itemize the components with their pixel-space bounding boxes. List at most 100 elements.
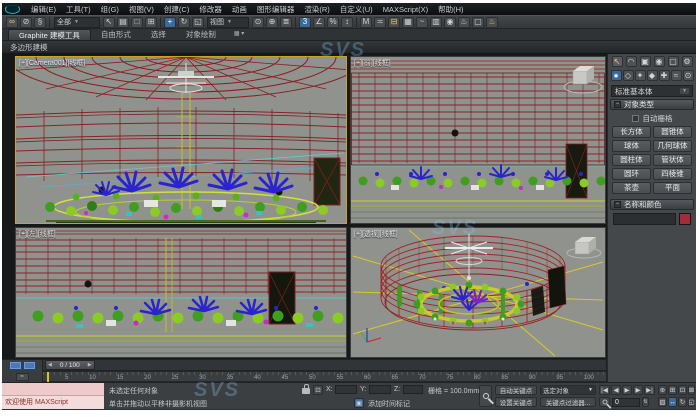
auto-key-button[interactable]: 自动关键点 — [495, 385, 537, 395]
hierarchy-tab-icon[interactable]: ▣ — [640, 56, 651, 67]
autogrid-checkbox[interactable] — [632, 115, 639, 122]
key-filter-mode-dropdown[interactable]: 选定对象 ▼ — [540, 385, 596, 395]
menu-item[interactable]: 修改器 — [194, 4, 227, 15]
time-slider[interactable]: ◀ 0 / 100 ▶ — [42, 359, 607, 371]
viewport-perspective-label[interactable]: [+][透视][线框] — [354, 229, 398, 239]
snap-toggle-3d-icon[interactable]: 3 — [299, 17, 311, 28]
object-color-swatch[interactable] — [679, 213, 691, 225]
spinner-snap-icon[interactable]: ↕ — [341, 17, 353, 28]
go-to-start-button[interactable]: |◀ — [599, 385, 610, 395]
viewport-front[interactable]: [+][前][线框] — [350, 56, 606, 224]
menu-item[interactable]: 图形编辑器 — [252, 4, 300, 15]
graphite-ribbon-toggle-icon[interactable]: ▦ — [402, 17, 414, 28]
object-type-button[interactable]: 几何球体 — [653, 140, 692, 152]
tab-freeform[interactable]: 自由形式 — [91, 29, 141, 40]
menu-item[interactable]: 自定义(U) — [335, 4, 378, 15]
geometry-category-icon[interactable]: ● — [611, 70, 622, 81]
render-production-icon[interactable]: ♨ — [486, 17, 498, 28]
viewport-camera-label[interactable]: [+][Camera001][线框] — [19, 58, 85, 68]
selection-filter-dropdown[interactable]: 全部 ▼ — [54, 17, 100, 28]
z-coordinate-field[interactable] — [403, 385, 423, 394]
select-and-move-icon[interactable]: + — [164, 17, 176, 28]
object-type-button[interactable]: 圆锥体 — [653, 126, 692, 138]
maxscript-macro-recorder[interactable] — [2, 383, 104, 396]
play-button[interactable]: ▶ — [622, 385, 632, 395]
key-mode-toggle-icon[interactable] — [599, 397, 610, 407]
absolute-offset-toggle-icon[interactable]: ⊡ — [313, 385, 323, 395]
angle-snap-icon[interactable]: ∠ — [313, 17, 325, 28]
geometry-category-dropdown[interactable]: 标准基本体 ▼ — [611, 85, 693, 97]
lights-category-icon[interactable]: ✦ — [635, 70, 646, 81]
trackbar-frame-cursor[interactable] — [47, 372, 49, 382]
unlink-selection-icon[interactable]: ⊘ — [20, 17, 32, 28]
viewport-left-label[interactable]: [+][左][线框] — [19, 229, 56, 239]
object-type-button[interactable]: 圆柱体 — [612, 154, 651, 166]
object-type-button[interactable]: 圆环 — [612, 168, 651, 180]
select-object-icon[interactable]: ↖ — [103, 17, 115, 28]
tab-graphite-modeling[interactable]: Graphite 建模工具 — [8, 29, 91, 40]
menu-item[interactable]: 视图(V) — [124, 4, 159, 15]
set-key-button[interactable]: 设置关键点 — [495, 397, 537, 407]
ribbon-minimize-icon[interactable]: ▦ ▾ — [234, 29, 244, 40]
object-name-input[interactable] — [613, 213, 676, 225]
time-slider-handle[interactable]: ◀ 0 / 100 ▶ — [45, 360, 95, 370]
zoom-icon[interactable]: ⊕ — [658, 385, 667, 395]
helpers-category-icon[interactable]: ✚ — [659, 70, 670, 81]
key-filters-button[interactable]: 关键点过滤器... — [540, 397, 596, 407]
add-time-tag[interactable]: 添加时间标记 — [368, 399, 410, 409]
prev-frame-arrow-icon[interactable]: ◀ — [46, 362, 54, 368]
menu-item[interactable]: 创建(C) — [159, 4, 194, 15]
cameras-category-icon[interactable]: ◆ — [647, 70, 658, 81]
select-by-name-icon[interactable]: ▤ — [117, 17, 129, 28]
application-logo-button[interactable] — [5, 5, 20, 14]
object-type-button[interactable]: 管状体 — [653, 154, 692, 166]
create-tab-icon[interactable]: ↖ — [612, 56, 623, 67]
menu-item[interactable]: 渲染(R) — [299, 4, 334, 15]
align-icon[interactable]: ≍ — [374, 17, 386, 28]
object-type-button[interactable]: 平面 — [653, 182, 692, 194]
set-keys-button[interactable] — [479, 385, 492, 407]
tab-object-paint[interactable]: 对象绘制 — [176, 29, 226, 40]
polygon-modeling-panel[interactable]: 多边形建模 — [2, 41, 696, 54]
select-and-manipulate-icon[interactable]: ⊕ — [266, 17, 278, 28]
render-setup-icon[interactable]: ♨ — [458, 17, 470, 28]
zoom-region-icon[interactable]: ▧ — [658, 397, 667, 407]
menu-item[interactable]: 动画 — [227, 4, 252, 15]
menu-item[interactable]: 工具(T) — [61, 4, 96, 15]
utilities-tab-icon[interactable]: ⚙ — [682, 56, 693, 67]
pan-icon[interactable]: ↔ — [668, 397, 677, 407]
percent-snap-icon[interactable]: % — [327, 17, 339, 28]
keyboard-override-icon[interactable]: ≣ — [280, 17, 292, 28]
viewport-left[interactable]: [+][左][线框] — [15, 227, 347, 358]
lock-selection-icon[interactable] — [302, 388, 310, 394]
select-and-link-icon[interactable]: ∞ — [6, 17, 18, 28]
menu-item[interactable]: MAXScript(X) — [378, 4, 433, 15]
display-tab-icon[interactable]: ▢ — [668, 56, 679, 67]
object-type-rollout[interactable]: − 对象类型 — [610, 99, 694, 110]
name-color-rollout[interactable]: − 名称和颜色 — [610, 199, 694, 210]
menu-item[interactable]: 编辑(E) — [26, 4, 61, 15]
object-type-button[interactable]: 球体 — [612, 140, 651, 152]
mini-curve-editor-icon[interactable]: ≈ — [16, 373, 29, 381]
maximize-viewport-icon[interactable]: ◱ — [688, 397, 695, 407]
schematic-view-icon[interactable]: ▥ — [430, 17, 442, 28]
shapes-category-icon[interactable]: ◇ — [623, 70, 634, 81]
orbit-icon[interactable]: ↻ — [678, 397, 687, 407]
object-type-button[interactable]: 长方体 — [612, 126, 651, 138]
motion-tab-icon[interactable]: ◉ — [654, 56, 665, 67]
viewport-layout-tab-icon[interactable] — [23, 361, 36, 370]
previous-frame-button[interactable]: ◀ — [611, 385, 621, 395]
viewport-camera[interactable]: [+][Camera001][线框] — [15, 56, 347, 224]
current-frame-field[interactable]: 0 — [612, 398, 640, 407]
layer-manager-icon[interactable]: ⊟ — [388, 17, 400, 28]
rendered-frame-window-icon[interactable]: ▢ — [472, 17, 484, 28]
object-type-button[interactable]: 四棱锥 — [653, 168, 692, 180]
use-center-icon[interactable]: ⊙ — [252, 17, 264, 28]
object-type-button[interactable]: 茶壶 — [612, 182, 651, 194]
zoom-extents-icon[interactable]: ⊡ — [678, 385, 687, 395]
frame-spinner[interactable]: ⇅ — [642, 397, 649, 407]
zoom-all-icon[interactable]: ⊞ — [668, 385, 677, 395]
menu-item[interactable]: 帮助(H) — [433, 4, 468, 15]
zoom-extents-all-icon[interactable]: ⊠ — [688, 385, 695, 395]
next-frame-button[interactable]: ▶ — [633, 385, 643, 395]
